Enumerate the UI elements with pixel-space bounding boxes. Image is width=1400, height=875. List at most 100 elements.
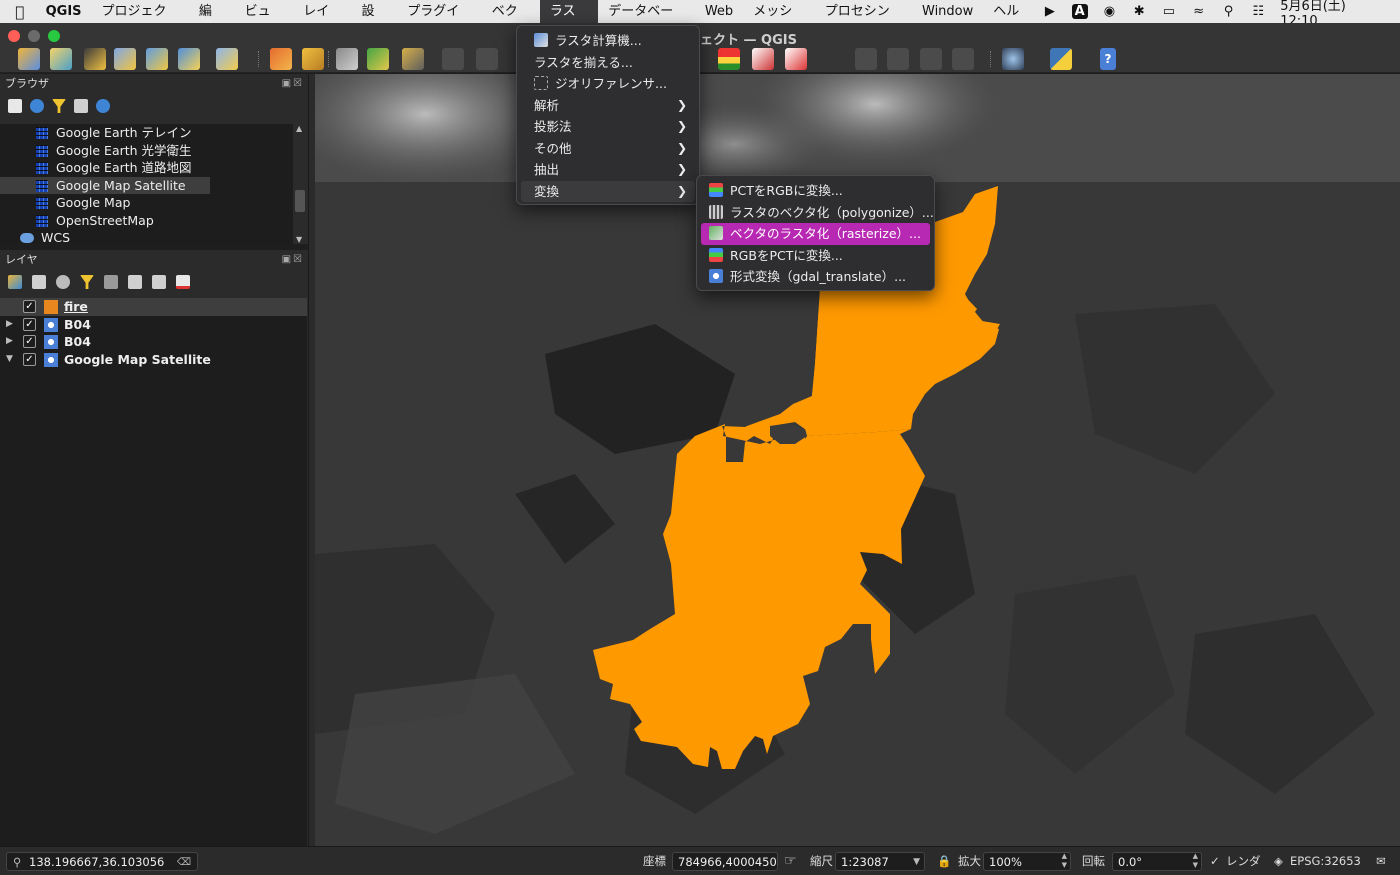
menu-view[interactable]: ビュー (235, 0, 294, 42)
airdrop-icon[interactable]: ◉ (1102, 4, 1118, 19)
menu-database[interactable]: データベース (598, 0, 695, 42)
panel-float-close-icon[interactable]: ▣☒ (282, 74, 304, 94)
browser-item[interactable]: Google Map (0, 194, 293, 212)
render-checkbox[interactable]: ✓ (1210, 847, 1220, 875)
scale-combobox[interactable]: 1:23087 ▼ (835, 852, 925, 871)
browser-item[interactable]: Google Earth 光学衛生 (0, 142, 293, 160)
rotation-spinbox[interactable]: 0.0° ▲ ▼ (1112, 852, 1202, 871)
app-menu[interactable]: QGIS (40, 4, 92, 19)
toggle-editing-icon[interactable] (302, 48, 324, 70)
add-line-layer-icon[interactable] (114, 48, 136, 70)
browser-item[interactable]: Google Earth テレイン (0, 124, 293, 142)
control-center-icon[interactable]: ☷ (1250, 4, 1266, 19)
translate-menu-item[interactable]: 形式変換（gdal_translate）... (701, 266, 930, 288)
layer-row[interactable]: ▶ ✓ B04 (0, 316, 307, 334)
rgb-to-pct-menu-item[interactable]: RGBをPCTに変換... (701, 245, 930, 267)
coordinate-field[interactable]: 784966,4000450 (672, 852, 778, 871)
layer-row-fire[interactable]: ✓ fire (0, 298, 307, 316)
menu-settings[interactable]: 設定 (352, 0, 398, 42)
zoom-window-button[interactable] (48, 30, 60, 42)
filter-by-expression-icon[interactable] (104, 275, 118, 289)
rasterize-menu-item[interactable]: ベクタのラスタ化（rasterize）... (701, 223, 930, 245)
refresh-icon[interactable] (30, 99, 44, 113)
histogram-icon[interactable] (718, 48, 740, 70)
collapse-arrow-icon[interactable]: ▼ (6, 351, 13, 369)
filter-legend-icon[interactable] (80, 275, 94, 289)
add-virtual-layer-icon[interactable] (216, 48, 238, 70)
miscellaneous-submenu-item[interactable]: その他 ❯ (521, 138, 695, 160)
digitize-icon[interactable] (270, 48, 292, 70)
expand-all-icon[interactable] (128, 275, 142, 289)
chevron-down-icon[interactable]: ▼ (913, 853, 920, 872)
scroll-down-icon[interactable]: ▼ (296, 235, 302, 244)
browser-item[interactable]: Google Earth 道路地図 (0, 159, 293, 177)
lock-scale-icon[interactable]: 🔒 (937, 847, 951, 875)
save-edits-icon[interactable] (336, 48, 358, 70)
battery-icon[interactable]: ▭ (1161, 4, 1177, 19)
add-feature-icon[interactable] (367, 48, 389, 70)
add-raster-layer-icon[interactable] (178, 48, 200, 70)
collapse-all-icon[interactable] (74, 99, 88, 113)
conversion-submenu-item[interactable]: 変換 ❯ (521, 180, 695, 202)
menu-project[interactable]: プロジェクト (92, 0, 189, 42)
add-vector-layer-icon[interactable] (50, 48, 72, 70)
messages-icon[interactable]: ✉ (1376, 847, 1386, 875)
add-point-layer-icon[interactable] (84, 48, 106, 70)
georeferencer-menu-item[interactable]: ジオリファレンサ... (521, 73, 695, 95)
menu-help[interactable]: ヘルプ (983, 0, 1042, 42)
new-layer-tool-icon[interactable] (18, 48, 40, 70)
layer-visibility-checkbox[interactable]: ✓ (23, 317, 36, 331)
polygonize-menu-item[interactable]: ラスタのベクタ化（polygonize）... (701, 202, 934, 224)
menu-processing[interactable]: プロセシング (815, 0, 912, 42)
expand-arrow-icon[interactable]: ▶ (6, 316, 13, 334)
expand-arrow-icon[interactable]: ▶ (6, 333, 13, 351)
spin-arrows-icon[interactable]: ▲ ▼ (1062, 852, 1067, 870)
browser-item-selected[interactable]: Google Map Satellite (0, 176, 210, 194)
add-group-icon[interactable] (32, 275, 46, 289)
wifi-icon[interactable]: ≈ (1191, 4, 1207, 19)
align-rasters-menu-item[interactable]: ラスタを揃える... (521, 52, 695, 74)
vertex-tool-icon[interactable] (402, 48, 424, 70)
layer-row[interactable]: ▶ ✓ B04 (0, 333, 307, 351)
browser-item-wcs[interactable]: WCS (0, 229, 293, 244)
layer-visibility-checkbox[interactable]: ✓ (23, 352, 36, 366)
add-polygon-layer-icon[interactable] (146, 48, 168, 70)
apple-icon[interactable]:  (0, 3, 40, 21)
python-console-icon[interactable] (1050, 48, 1072, 70)
browser-item[interactable]: OpenStreetMap (0, 212, 293, 230)
panel-float-close-icon[interactable]: ▣☒ (282, 250, 304, 270)
style-manager-icon[interactable] (8, 275, 22, 289)
layer-visibility-checkbox[interactable]: ✓ (23, 335, 36, 348)
filter-icon[interactable] (52, 99, 66, 113)
bluetooth-icon[interactable]: ✱ (1131, 4, 1147, 19)
add-selected-layer-icon[interactable] (8, 99, 22, 113)
layer-visibility-checkbox[interactable]: ✓ (23, 300, 36, 313)
raster-calculator-menu-item[interactable]: ラスタ計算機... (521, 30, 695, 52)
magnifier-spinbox[interactable]: 100% ▲ ▼ (983, 852, 1071, 871)
visibility-eye-icon[interactable] (56, 275, 70, 289)
mouse-pointer-icon[interactable]: ☞ (784, 847, 797, 875)
analysis-submenu-item[interactable]: 解析 ❯ (521, 95, 695, 117)
scroll-up-icon[interactable]: ▲ (296, 124, 302, 133)
minimize-window-button[interactable] (28, 30, 40, 42)
crs-globe-icon[interactable]: ◈ (1274, 847, 1283, 875)
menu-layer[interactable]: レイヤ (293, 0, 351, 42)
collapse-all-icon[interactable] (152, 275, 166, 289)
layer-row[interactable]: ▼ ✓ Google Map Satellite (0, 351, 307, 369)
info-icon[interactable] (96, 99, 110, 113)
spin-arrows-icon[interactable]: ▲ ▼ (1193, 852, 1198, 870)
close-window-button[interactable] (8, 30, 20, 42)
plugin-globe-icon[interactable] (1002, 48, 1024, 70)
menu-web[interactable]: Web (695, 0, 743, 23)
projections-submenu-item[interactable]: 投影法 ❯ (521, 116, 695, 138)
menu-edit[interactable]: 編集 (189, 0, 235, 42)
spotlight-icon[interactable]: ⚲ (1221, 4, 1237, 19)
remove-layer-icon[interactable] (176, 275, 190, 289)
menu-vector[interactable]: ベクタ (482, 0, 540, 42)
menu-plugins[interactable]: プラグイン (397, 0, 481, 42)
locator-search-input[interactable]: ⚲ 138.196667,36.103056 ⌫ (6, 852, 198, 871)
play-icon[interactable]: ▶ (1042, 4, 1058, 19)
browser-scrollbar[interactable]: ▲ ▼ (293, 124, 307, 244)
input-source-icon[interactable]: A (1071, 4, 1088, 19)
scrollbar-thumb[interactable] (295, 190, 305, 212)
